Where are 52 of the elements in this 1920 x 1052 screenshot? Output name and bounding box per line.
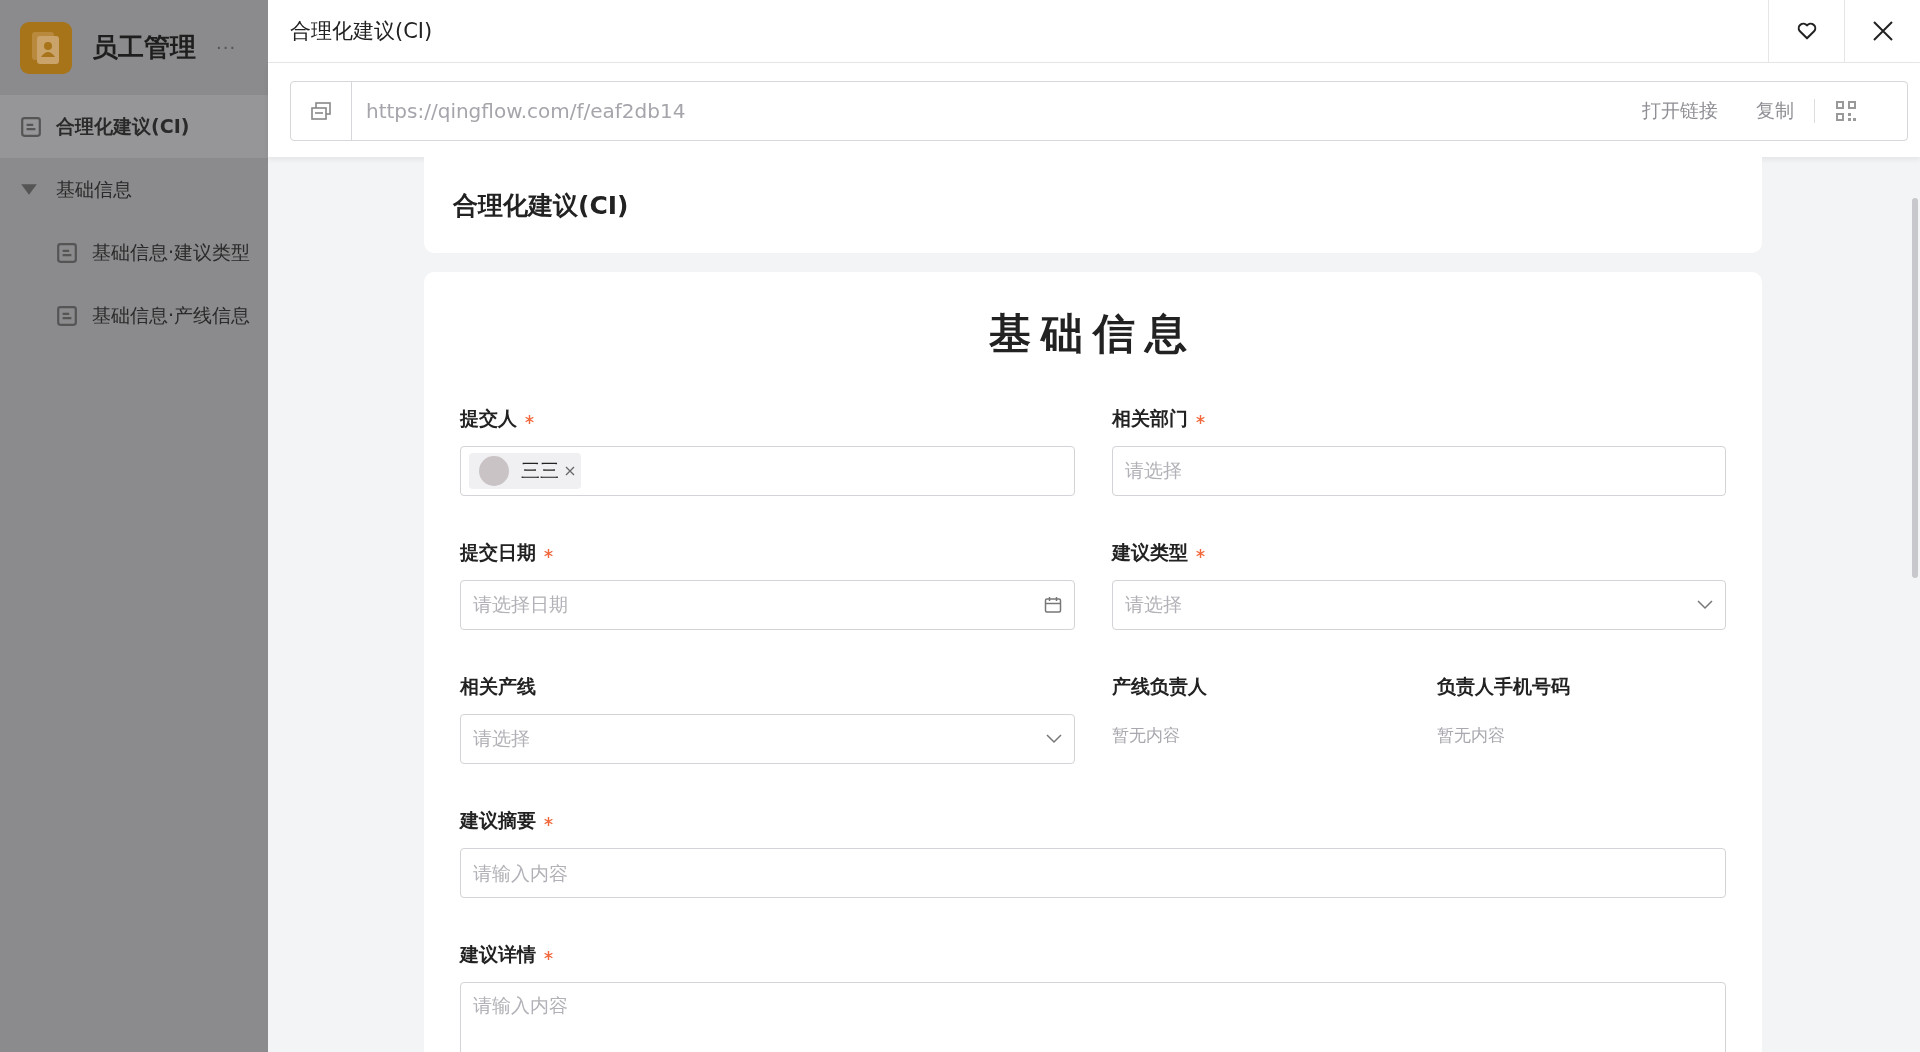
qr-code-icon[interactable] (1835, 100, 1857, 122)
select-field[interactable]: 请选择 (1111, 580, 1726, 630)
input-field[interactable]: 请输入内容 (460, 848, 1726, 898)
app-logo-icon (20, 21, 72, 74)
chevron-down-icon (1697, 600, 1713, 610)
field-label: 产线负责人 (1111, 674, 1207, 699)
sidebar-item[interactable]: 合理化建议(CI) (0, 95, 268, 158)
required-asterisk-icon (544, 950, 553, 960)
form-icon (56, 241, 78, 264)
calendar-icon (1043, 596, 1062, 614)
required-asterisk-icon (525, 414, 534, 424)
app-name: 员工管理 (92, 31, 196, 64)
chevron-down-icon (1045, 734, 1062, 744)
avatar-icon (479, 456, 509, 486)
member-field[interactable]: 三三 (460, 446, 1075, 496)
field-label: 建议类型 (1111, 540, 1188, 565)
url-action-link[interactable]: 打开链接 (1642, 98, 1718, 124)
scrollbar[interactable] (1912, 198, 1918, 578)
url-text: https://qingflow.com/f/eaf2db14 (365, 99, 687, 123)
date-field[interactable]: 请选择日期 (460, 580, 1075, 630)
close-icon (1871, 20, 1894, 42)
sidebar-group[interactable]: 基础信息 (0, 158, 268, 221)
field-label: 负责人手机号码 (1437, 674, 1571, 699)
member-tag: 三三 (469, 453, 581, 489)
field-label: 相关产线 (460, 674, 536, 699)
required-asterisk-icon (1195, 414, 1205, 424)
field-label: 提交日期 (460, 540, 536, 565)
section-title: 基础信息 (988, 308, 1198, 360)
required-asterisk-icon (544, 816, 553, 826)
caret-icon (20, 183, 38, 196)
required-asterisk-icon (1195, 548, 1205, 558)
drawer-title: 合理化建议(CI) (289, 18, 434, 45)
remove-icon[interactable] (565, 466, 575, 476)
department-picker[interactable]: 请选择 (1111, 446, 1726, 496)
sidebar-item[interactable]: 基础信息·建议类型 (0, 221, 268, 284)
field-label: 建议详情 (460, 942, 536, 967)
field-value: 暂无内容 (1111, 724, 1181, 747)
required-asterisk-icon (544, 548, 553, 558)
text-area[interactable]: 请输入内容 (460, 982, 1726, 1052)
field-label: 建议摘要 (460, 808, 536, 833)
field-label: 提交人 (460, 406, 517, 431)
form-icon (56, 304, 78, 327)
url-action-link[interactable]: 复制 (1756, 98, 1794, 124)
heart-icon (1795, 20, 1818, 42)
window-icon (311, 102, 331, 120)
form-icon (20, 115, 42, 138)
sidebar-item[interactable]: 基础信息·产线信息 (0, 284, 268, 347)
field-label: 相关部门 (1111, 406, 1188, 431)
more-menu[interactable]: ··· (216, 37, 237, 58)
field-value: 暂无内容 (1437, 724, 1507, 747)
select-field[interactable]: 请选择 (460, 714, 1075, 764)
form-title: 合理化建议(CI) (453, 189, 629, 222)
